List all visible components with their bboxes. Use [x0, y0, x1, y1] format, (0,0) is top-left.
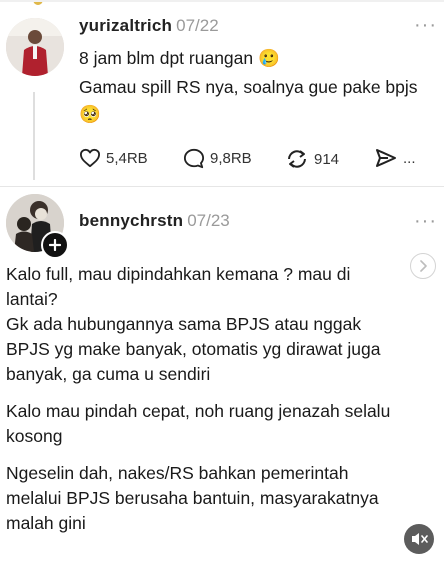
chevron-right-icon [420, 260, 427, 272]
post-header: yurizaltrich 07/22 [79, 16, 219, 36]
mute-button[interactable] [404, 524, 434, 554]
post-line: 8 jam blm dpt ruangan 🥲 [79, 48, 280, 68]
pleading-face-emoji: 🥺 [79, 104, 101, 124]
more-dots-icon: ··· [414, 210, 437, 232]
post-divider [0, 186, 444, 187]
next-button[interactable] [410, 253, 436, 279]
post-body: Kalo full, mau dipindahkan kemana ? mau … [6, 262, 404, 548]
username[interactable]: bennychrstn [79, 211, 183, 230]
more-dots-icon: ··· [414, 14, 437, 36]
smiling-tear-emoji: 🥲 [258, 48, 280, 68]
post-header: bennychrstn 07/23 [79, 211, 230, 231]
plus-icon [49, 239, 61, 251]
more-options-button[interactable]: ··· [414, 210, 437, 233]
username[interactable]: yurizaltrich [79, 16, 172, 35]
share-more-label: ... [403, 149, 416, 167]
post-date: 07/23 [187, 211, 230, 230]
muted-speaker-icon [412, 533, 428, 545]
like-button[interactable]: 5,4RB [79, 148, 148, 168]
share-button[interactable]: ... [374, 148, 416, 168]
post-body: 8 jam blm dpt ruangan 🥲 Gamau spill RS n… [79, 46, 441, 127]
repost-button[interactable]: 914 [285, 148, 339, 170]
post-paragraph: Kalo full, mau dipindahkan kemana ? mau … [6, 264, 381, 384]
comment-count: 9,8RB [210, 150, 252, 167]
like-count: 5,4RB [106, 149, 148, 167]
follow-button[interactable] [41, 231, 69, 259]
more-options-button[interactable]: ··· [414, 14, 437, 37]
avatar[interactable] [6, 18, 64, 76]
top-divider [0, 0, 444, 2]
post-paragraph: Kalo mau pindah cepat, noh ruang jenazah… [6, 401, 391, 446]
share-arrow-icon [376, 149, 396, 167]
repost-count: 914 [314, 150, 340, 168]
comment-bubble-icon [183, 148, 205, 169]
post-date: 07/22 [176, 16, 219, 35]
comment-button[interactable]: 9,8RB [183, 148, 252, 169]
heart-icon [80, 148, 100, 168]
thread-line [33, 92, 35, 180]
post-line: Gamau spill RS nya, soalnya gue pake bpj… [79, 77, 418, 97]
post-paragraph: Ngeselin dah, nakes/RS bahkan pemerintah… [6, 463, 379, 533]
repost-icon [288, 150, 306, 168]
